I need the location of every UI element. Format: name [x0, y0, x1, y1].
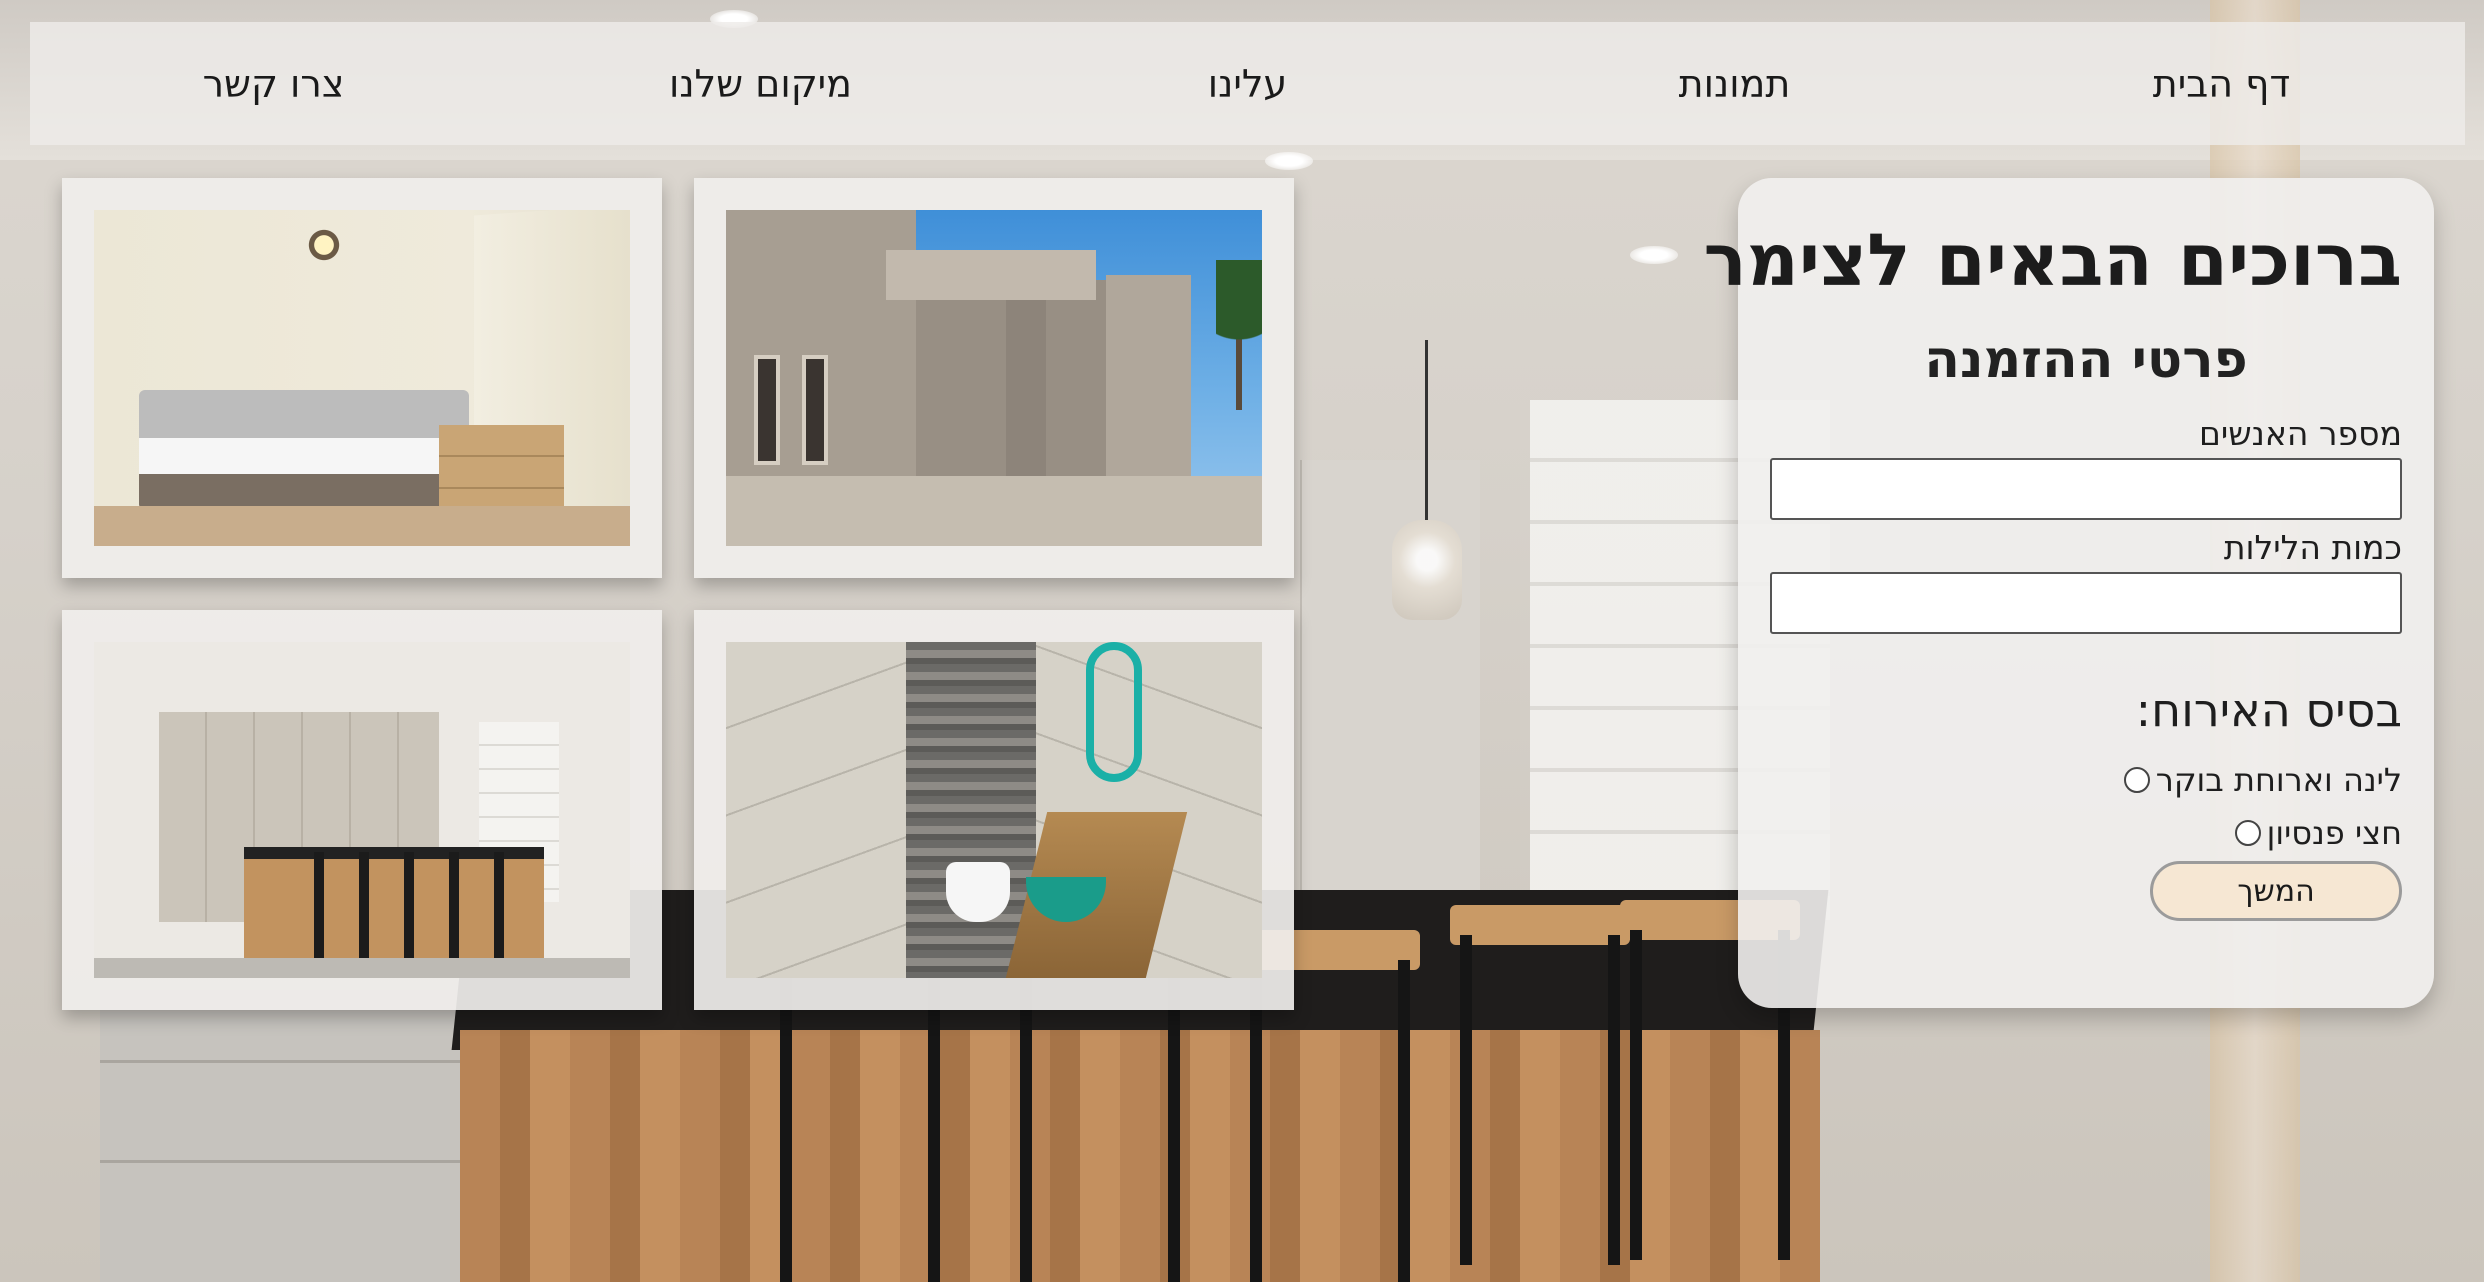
top-nav-bar: דף הבית תמונות עלינו מיקום שלנו צרו קשר — [30, 22, 2465, 145]
radio-button[interactable] — [2123, 767, 2150, 793]
booking-card: ברוכים הבאים לצימר פרטי ההזמנה מספר האנש… — [1703, 178, 2434, 1008]
bathroom-photo — [726, 642, 1262, 978]
gallery-frame-bathroom — [694, 610, 1294, 1010]
nav-home[interactable]: דף הבית — [1978, 62, 2465, 106]
background-pendant-lamp — [1392, 340, 1462, 620]
radio-button[interactable] — [2234, 820, 2261, 846]
ceiling-light — [1265, 152, 1313, 170]
nav-about[interactable]: עלינו — [1004, 62, 1491, 106]
background-lower-cabinets — [100, 990, 480, 1282]
gallery-frame-exterior — [694, 178, 1294, 578]
nav-contact[interactable]: צרו קשר — [30, 62, 517, 106]
nights-count-label: כמות הלילות — [2223, 528, 2402, 567]
continue-button[interactable]: המשך — [2150, 861, 2402, 921]
people-count-input[interactable] — [1770, 458, 2402, 520]
welcome-title: ברוכים הבאים לצימר — [1703, 218, 2402, 302]
board-option-label: לינה וארוחת בוקר — [2155, 761, 2402, 799]
nav-location[interactable]: מיקום שלנו — [517, 62, 1004, 106]
board-basis-heading: בסיס האירוח: — [2135, 683, 2402, 737]
gallery-frame-bedroom — [62, 178, 662, 578]
board-option-half-board[interactable]: חצי פנסיון — [2234, 814, 2402, 852]
nav-photos[interactable]: תמונות — [1491, 62, 1978, 106]
photo-gallery — [62, 178, 1294, 1010]
exterior-photo — [726, 210, 1262, 546]
people-count-label: מספר האנשים — [2198, 414, 2402, 453]
board-option-label: חצי פנסיון — [2266, 814, 2402, 852]
background-stool — [1450, 905, 1630, 1265]
nights-count-input[interactable] — [1770, 572, 2402, 634]
board-option-bed-breakfast[interactable]: לינה וארוחת בוקר — [2123, 761, 2402, 799]
ceiling-light — [1630, 246, 1678, 264]
kitchen-photo — [94, 642, 630, 978]
booking-details-subtitle: פרטי ההזמנה — [1924, 330, 2248, 390]
bedroom-photo — [94, 210, 630, 546]
gallery-frame-kitchen — [62, 610, 662, 1010]
